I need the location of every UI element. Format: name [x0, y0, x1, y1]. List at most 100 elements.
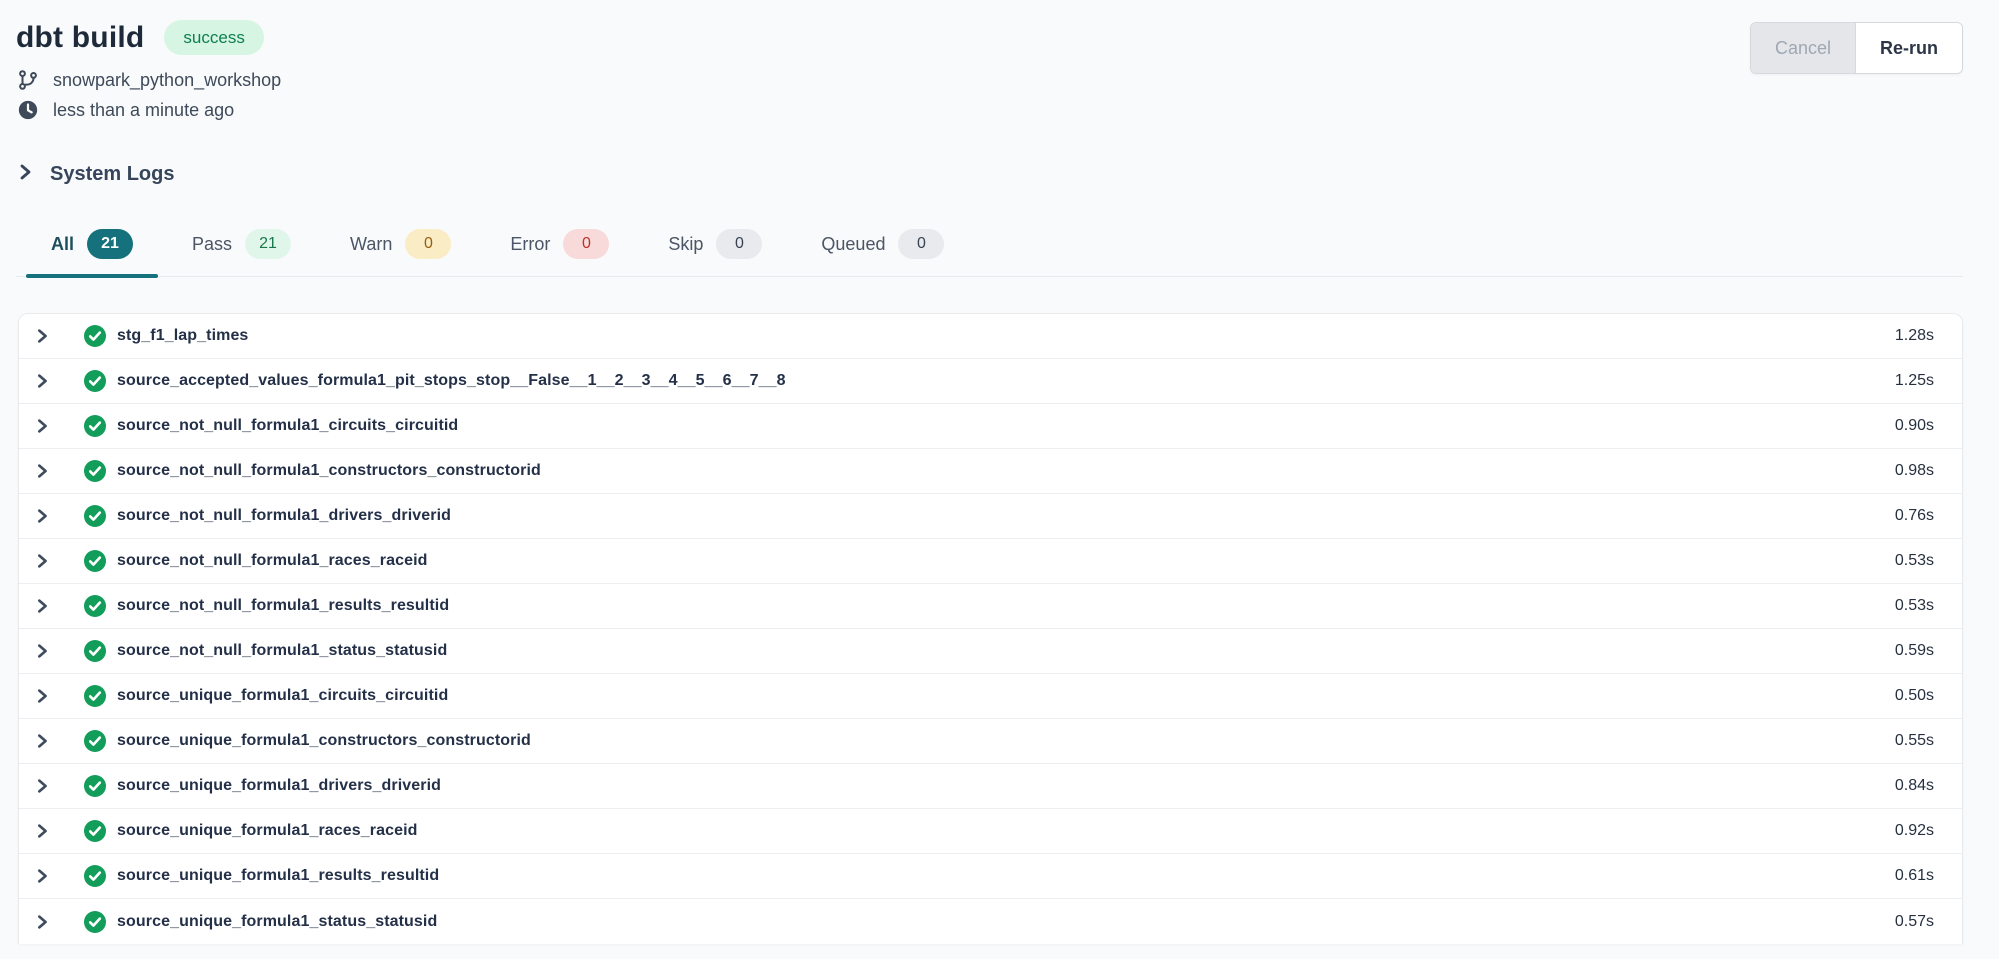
- result-name: source_unique_formula1_circuits_circuiti…: [117, 687, 448, 705]
- pass-check-icon: [84, 865, 106, 887]
- pass-check-icon: [84, 370, 106, 392]
- result-duration: 0.55s: [1895, 732, 1934, 750]
- header: dbt build success snowpark_python_worksh…: [16, 20, 1963, 122]
- expand-chevron-right-icon[interactable]: [33, 461, 51, 481]
- tab-label: Error: [510, 234, 550, 255]
- expand-chevron-right-icon[interactable]: [33, 326, 51, 346]
- pass-check-icon: [84, 460, 106, 482]
- tab-count-badge: 0: [898, 229, 944, 259]
- result-name: source_accepted_values_formula1_pit_stop…: [117, 372, 786, 390]
- pass-check-icon: [84, 640, 106, 662]
- tab-skip[interactable]: Skip 0: [643, 229, 787, 276]
- pass-check-icon: [84, 595, 106, 617]
- result-duration: 0.92s: [1895, 822, 1934, 840]
- page-title: dbt build: [16, 21, 144, 55]
- result-name: stg_f1_lap_times: [117, 327, 248, 345]
- cancel-button[interactable]: Cancel: [1751, 23, 1856, 73]
- results-list: stg_f1_lap_times 1.28s source_accepted_v…: [18, 313, 1963, 944]
- result-name: source_not_null_formula1_drivers_driveri…: [117, 507, 451, 525]
- git-branch-icon: [16, 68, 40, 92]
- tab-error[interactable]: Error 0: [485, 229, 634, 276]
- tab-queued[interactable]: Queued 0: [796, 229, 969, 276]
- result-row: source_not_null_formula1_results_resulti…: [19, 584, 1962, 629]
- result-row: source_unique_formula1_drivers_driverid …: [19, 764, 1962, 809]
- result-duration: 0.61s: [1895, 867, 1934, 885]
- run-detail-page: dbt build success snowpark_python_worksh…: [0, 0, 1999, 944]
- result-row: source_unique_formula1_results_resultid …: [19, 854, 1962, 899]
- pass-check-icon: [84, 325, 106, 347]
- tab-count-badge: 0: [405, 229, 451, 259]
- branch-line: snowpark_python_workshop: [16, 68, 281, 92]
- tab-label: Warn: [350, 234, 392, 255]
- result-row: source_not_null_formula1_drivers_driveri…: [19, 494, 1962, 539]
- tab-label: All: [51, 234, 74, 255]
- result-duration: 0.59s: [1895, 642, 1934, 660]
- result-row: source_not_null_formula1_constructors_co…: [19, 449, 1962, 494]
- result-row: stg_f1_lap_times 1.28s: [19, 314, 1962, 359]
- clock-icon: [16, 98, 40, 122]
- result-name: source_not_null_formula1_constructors_co…: [117, 462, 541, 480]
- system-logs-label: System Logs: [50, 163, 174, 186]
- expand-chevron-right-icon[interactable]: [33, 686, 51, 706]
- system-logs-toggle[interactable]: System Logs: [16, 162, 174, 187]
- tab-label: Queued: [821, 234, 885, 255]
- expand-chevron-right-icon[interactable]: [33, 596, 51, 616]
- result-row: source_unique_formula1_status_statusid 0…: [19, 899, 1962, 944]
- result-name: source_not_null_formula1_races_raceid: [117, 552, 428, 570]
- result-duration: 0.57s: [1895, 913, 1934, 931]
- expand-chevron-right-icon[interactable]: [33, 821, 51, 841]
- result-name: source_unique_formula1_status_statusid: [117, 913, 437, 931]
- expand-chevron-right-icon[interactable]: [33, 912, 51, 932]
- tab-count-badge: 21: [87, 229, 133, 259]
- time-ago: less than a minute ago: [53, 100, 234, 121]
- result-name: source_unique_formula1_races_raceid: [117, 822, 418, 840]
- pass-check-icon: [84, 685, 106, 707]
- result-row: source_not_null_formula1_circuits_circui…: [19, 404, 1962, 449]
- result-duration: 0.53s: [1895, 552, 1934, 570]
- tab-count-badge: 0: [716, 229, 762, 259]
- result-duration: 1.28s: [1895, 327, 1934, 345]
- result-name: source_unique_formula1_drivers_driverid: [117, 777, 441, 795]
- pass-check-icon: [84, 911, 106, 933]
- result-duration: 0.84s: [1895, 777, 1934, 795]
- result-name: source_unique_formula1_constructors_cons…: [117, 732, 531, 750]
- expand-chevron-right-icon[interactable]: [33, 731, 51, 751]
- time-line: less than a minute ago: [16, 98, 281, 122]
- tab-all[interactable]: All 21: [26, 229, 158, 276]
- rerun-button[interactable]: Re-run: [1856, 23, 1962, 73]
- tab-count-badge: 0: [563, 229, 609, 259]
- result-duration: 0.90s: [1895, 417, 1934, 435]
- expand-chevron-right-icon[interactable]: [33, 776, 51, 796]
- tab-warn[interactable]: Warn 0: [325, 229, 476, 276]
- result-row: source_not_null_formula1_races_raceid 0.…: [19, 539, 1962, 584]
- expand-chevron-right-icon[interactable]: [33, 866, 51, 886]
- result-name: source_not_null_formula1_status_statusid: [117, 642, 447, 660]
- result-name: source_not_null_formula1_circuits_circui…: [117, 417, 458, 435]
- tab-label: Pass: [192, 234, 232, 255]
- result-row: source_not_null_formula1_status_statusid…: [19, 629, 1962, 674]
- result-row: source_unique_formula1_circuits_circuiti…: [19, 674, 1962, 719]
- result-duration: 0.76s: [1895, 507, 1934, 525]
- expand-chevron-right-icon[interactable]: [33, 371, 51, 391]
- branch-name: snowpark_python_workshop: [53, 70, 281, 91]
- chevron-right-icon: [16, 162, 34, 187]
- pass-check-icon: [84, 550, 106, 572]
- tab-pass[interactable]: Pass 21: [167, 229, 316, 276]
- header-left: dbt build success snowpark_python_worksh…: [16, 20, 281, 122]
- status-badge: success: [164, 20, 263, 55]
- result-row: source_unique_formula1_constructors_cons…: [19, 719, 1962, 764]
- result-duration: 0.50s: [1895, 687, 1934, 705]
- expand-chevron-right-icon[interactable]: [33, 551, 51, 571]
- tab-bar: All 21 Pass 21 Warn 0 Error 0 Skip 0 Que…: [16, 229, 1963, 277]
- tab-count-badge: 21: [245, 229, 291, 259]
- expand-chevron-right-icon[interactable]: [33, 506, 51, 526]
- pass-check-icon: [84, 415, 106, 437]
- pass-check-icon: [84, 820, 106, 842]
- result-row: source_unique_formula1_races_raceid 0.92…: [19, 809, 1962, 854]
- result-name: source_unique_formula1_results_resultid: [117, 867, 439, 885]
- result-name: source_not_null_formula1_results_resulti…: [117, 597, 449, 615]
- result-duration: 0.98s: [1895, 462, 1934, 480]
- expand-chevron-right-icon[interactable]: [33, 416, 51, 436]
- expand-chevron-right-icon[interactable]: [33, 641, 51, 661]
- tab-label: Skip: [668, 234, 703, 255]
